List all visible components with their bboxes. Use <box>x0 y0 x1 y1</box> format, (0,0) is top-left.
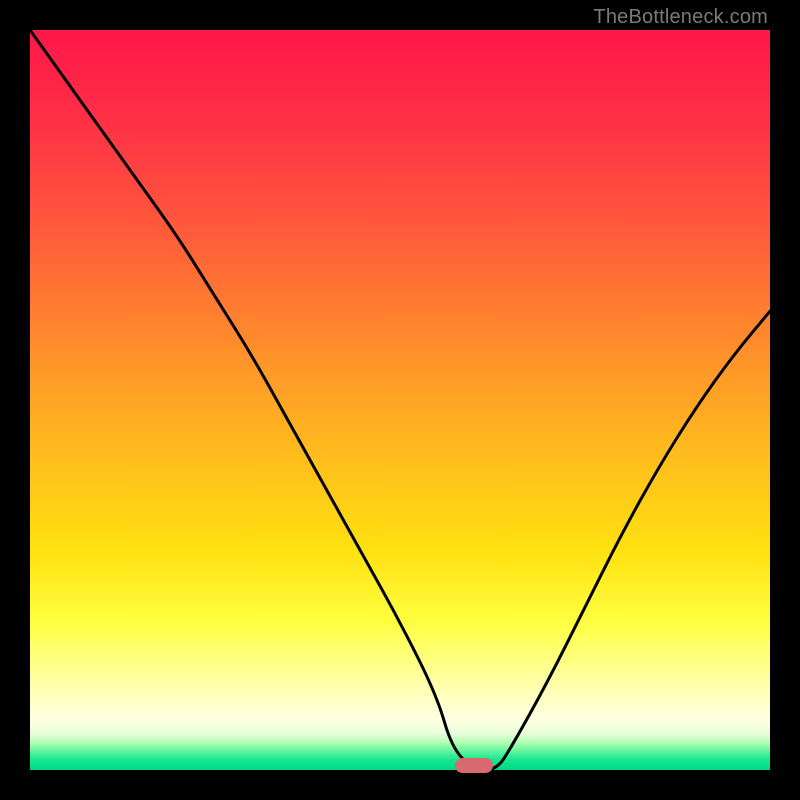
minimum-marker <box>455 758 493 773</box>
plot-area <box>30 30 770 770</box>
chart-frame: TheBottleneck.com <box>0 0 800 800</box>
watermark-text: TheBottleneck.com <box>593 6 768 29</box>
bottleneck-curve <box>30 30 770 770</box>
